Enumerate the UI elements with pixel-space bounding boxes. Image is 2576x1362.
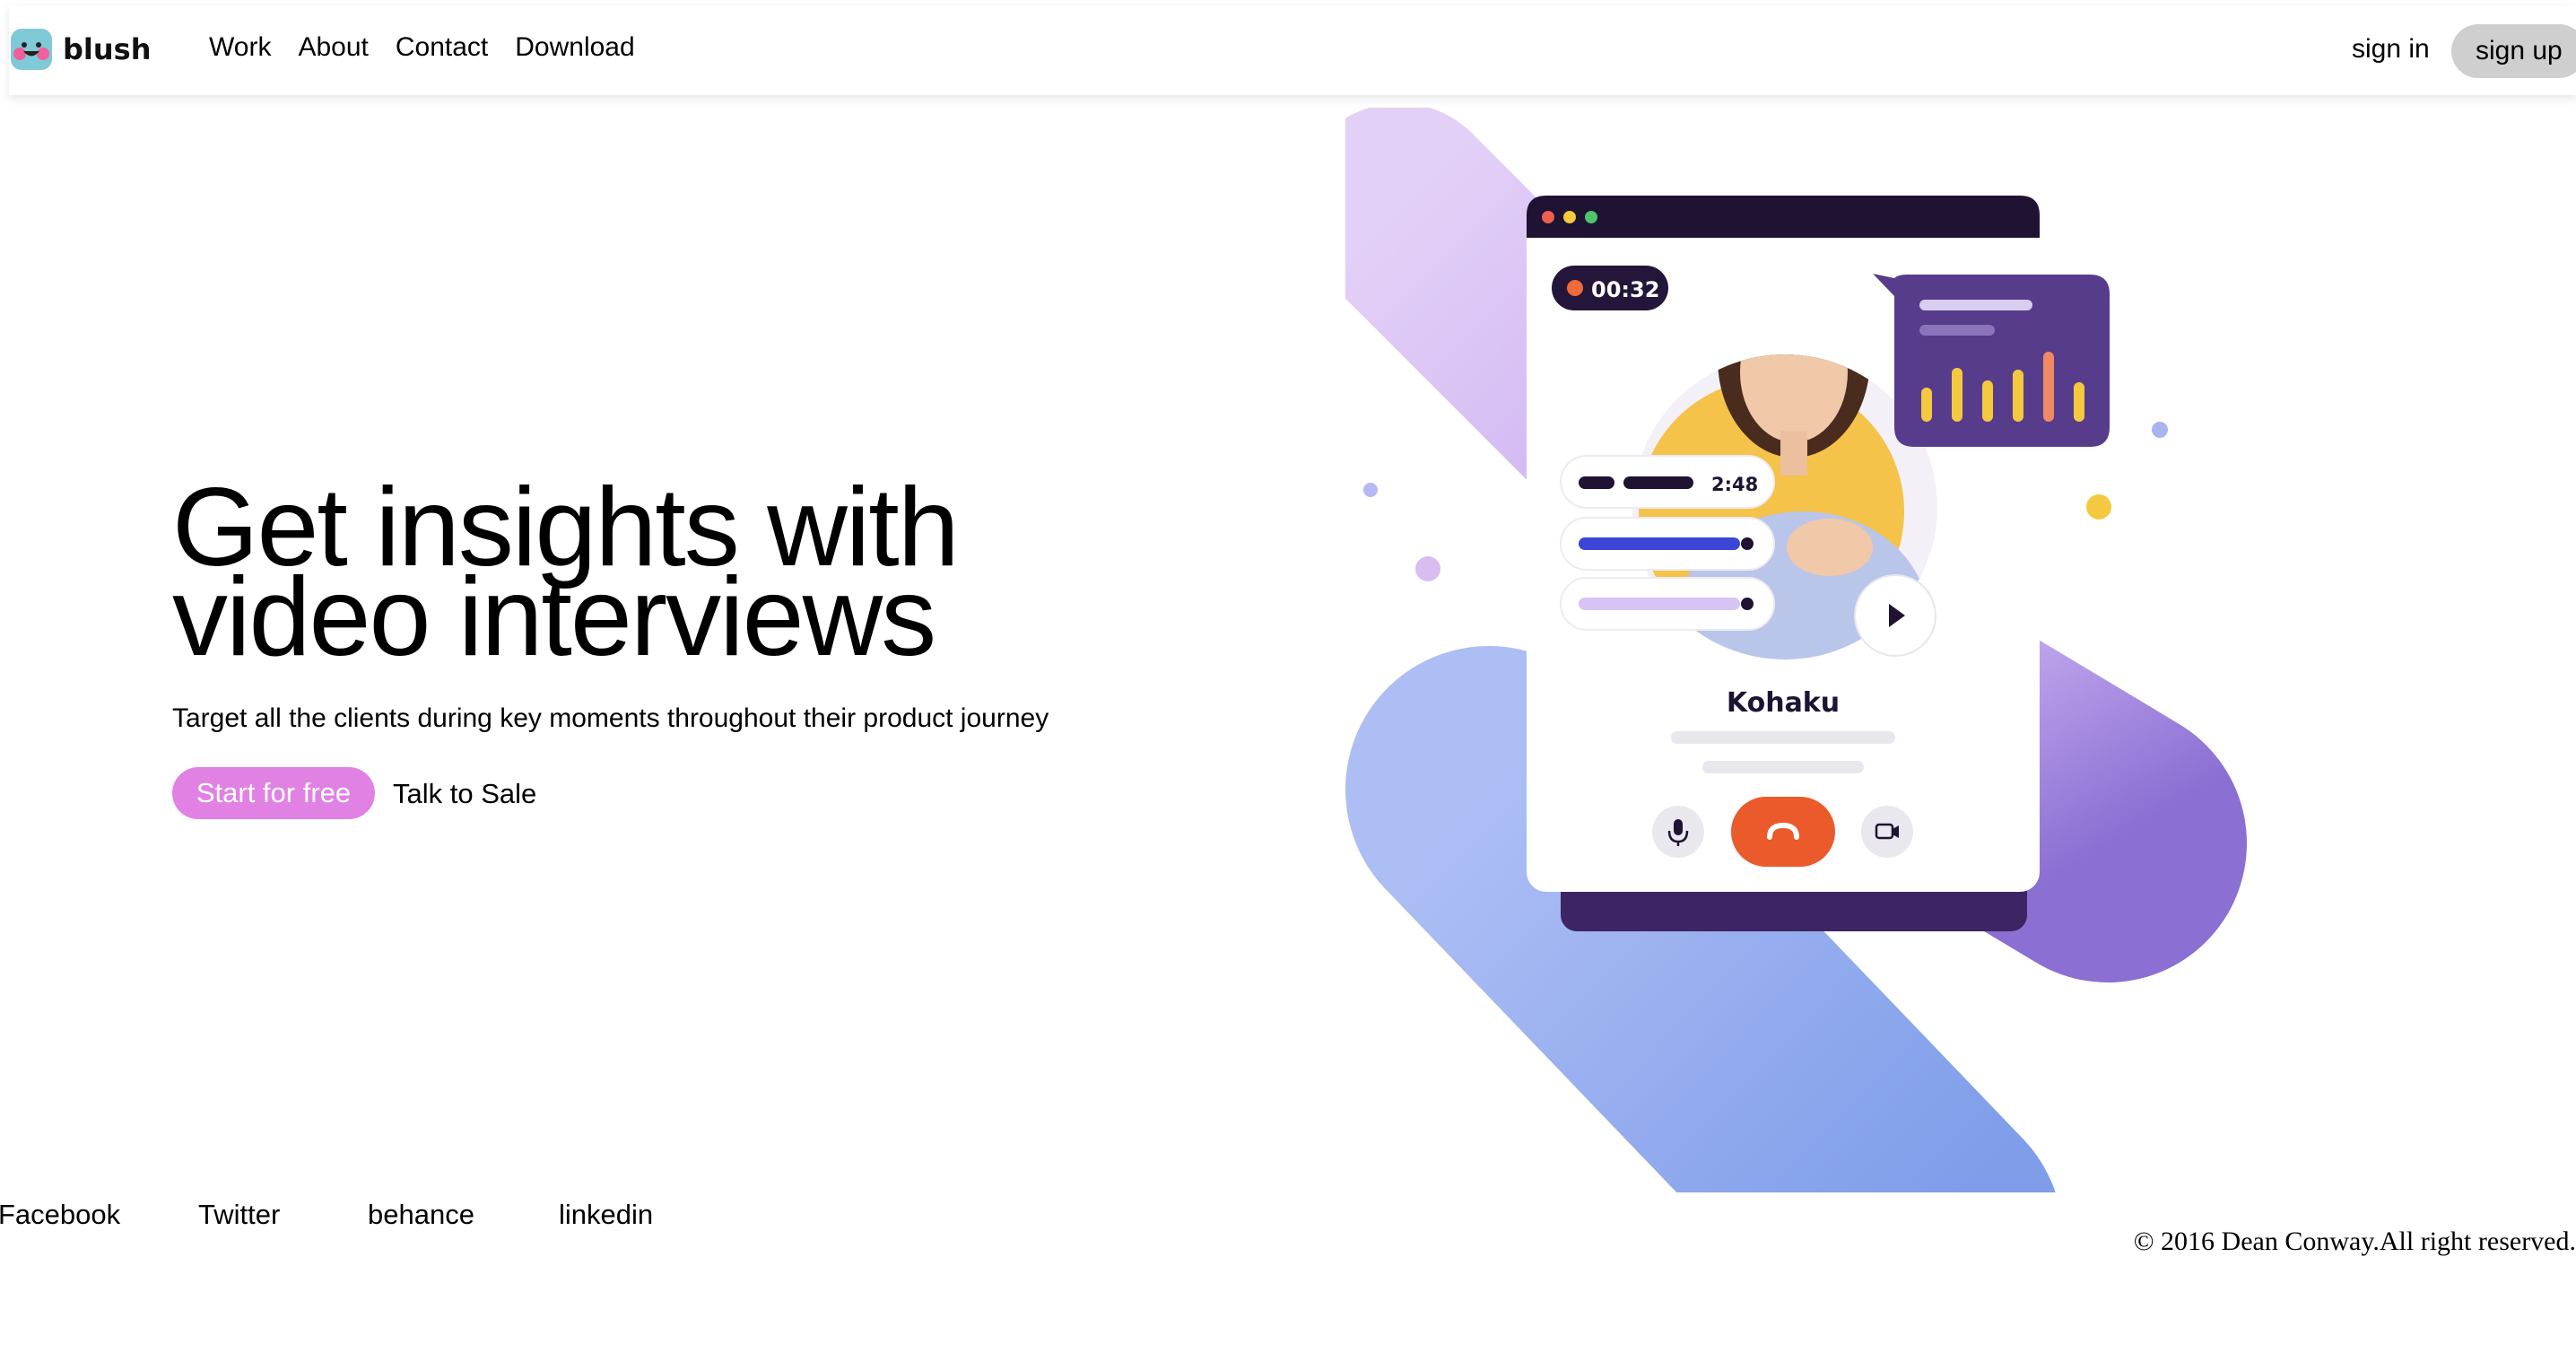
hero-title: Get insights with video interviews — [172, 472, 960, 679]
brand-name: blush — [63, 32, 152, 66]
hero-illustration: 00:32 2:48 Kohaku — [1345, 108, 2247, 1192]
track-time: 2:48 — [1711, 474, 1758, 495]
copyright-text: © 2016 Dean Conway.All right reserved. — [2133, 1227, 2576, 1256]
footer-link-twitter[interactable]: Twitter — [198, 1199, 280, 1231]
sign-up-button[interactable]: sign up — [2451, 24, 2576, 78]
start-for-free-button[interactable]: Start for free — [172, 767, 375, 819]
decor-dot — [1363, 483, 1378, 497]
main-nav: Work About Contact Download — [209, 32, 635, 63]
caller-name: Kohaku — [1727, 687, 1840, 719]
analytics-card — [1873, 274, 2110, 447]
nav-contact[interactable]: Contact — [396, 32, 488, 63]
footer-link-behance[interactable]: behance — [368, 1199, 474, 1231]
talk-to-sale-link[interactable]: Talk to Sale — [393, 778, 536, 810]
decor-dot — [2086, 494, 2111, 519]
nav-about[interactable]: About — [298, 32, 368, 63]
hero-subtitle: Target all the clients during key moment… — [172, 703, 1049, 733]
sign-in-link[interactable]: sign in — [2352, 34, 2430, 65]
decor-dot — [1415, 556, 1440, 581]
hero-title-line-2: video interviews — [172, 555, 936, 679]
top-navbar: blush Work About Contact Download sign i… — [9, 5, 2576, 95]
decor-dot — [2152, 422, 2168, 438]
brand-logo[interactable]: blush — [9, 27, 151, 72]
nav-work[interactable]: Work — [209, 32, 271, 63]
footer-link-linkedin[interactable]: linkedin — [559, 1199, 653, 1231]
logo-icon — [11, 29, 52, 70]
nav-download[interactable]: Download — [515, 32, 634, 63]
call-timer: 00:32 — [1591, 277, 1659, 302]
footer-link-facebook[interactable]: Facebook — [0, 1199, 120, 1231]
